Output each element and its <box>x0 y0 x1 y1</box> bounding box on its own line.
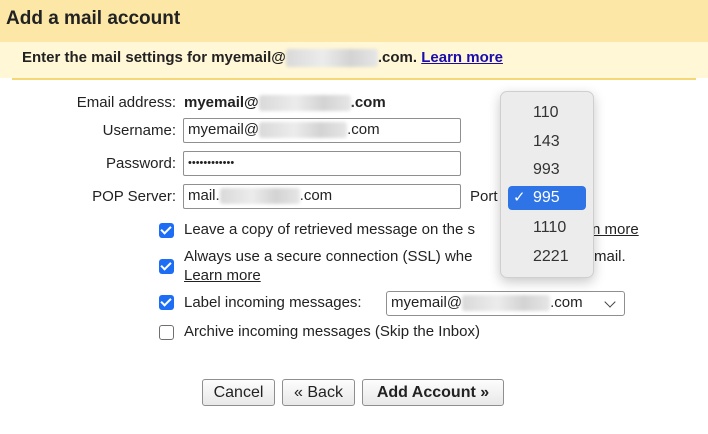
ssl-checkbox[interactable] <box>159 259 174 274</box>
port-option-selected[interactable]: ✓ 995 <box>508 186 586 210</box>
username-prefix: myemail@ <box>188 121 260 138</box>
pop-prefix: mail. <box>188 187 220 204</box>
port-option[interactable]: 1110 <box>501 216 593 240</box>
label-incoming-text: Label incoming messages: <box>184 294 362 311</box>
username-suffix: .com <box>347 121 380 138</box>
email-prefix: myemail@ <box>184 94 259 111</box>
pop-server-label: POP Server: <box>92 188 176 205</box>
port-option-label: 143 <box>533 133 560 150</box>
port-label: Port <box>470 188 498 205</box>
pop-suffix: .com <box>299 187 333 204</box>
label-select-suffix: .com <box>550 294 583 311</box>
port-dropdown-menu: 110 143 993 ✓ 995 1110 2221 <box>500 91 594 278</box>
port-option-label: 995 <box>533 189 560 206</box>
email-label: Email address: <box>76 94 176 111</box>
redacted-domain <box>259 122 348 139</box>
port-option-label: 110 <box>533 104 559 121</box>
ssl-learn-more-link[interactable]: Learn more <box>184 267 261 284</box>
port-option-label: 1110 <box>533 219 567 236</box>
learn-more-link[interactable]: Learn more <box>421 49 503 66</box>
port-option-label: 2221 <box>533 248 569 265</box>
ssl-text: Always use a secure connection (SSL) whe <box>184 248 473 265</box>
instruction-prefix: Enter the mail settings for myemail@ <box>22 49 286 66</box>
redacted-domain <box>219 188 300 205</box>
email-value: myemail@ .com <box>184 94 386 112</box>
redacted-domain <box>462 295 551 312</box>
archive-checkbox[interactable] <box>159 325 174 340</box>
label-select-prefix: myemail@ <box>391 294 463 311</box>
ssl-text-end: mail. <box>594 248 626 265</box>
chevron-down-icon <box>604 296 616 308</box>
divider <box>12 78 696 80</box>
password-field[interactable]: •••••••••••• <box>183 151 461 176</box>
port-option[interactable]: 993 <box>501 158 593 182</box>
checkmark-icon: ✓ <box>513 189 526 206</box>
pop-server-field[interactable]: mail. .com <box>183 184 461 209</box>
instruction-text: Enter the mail settings for myemail@ .com… <box>22 49 503 68</box>
port-option[interactable]: 2221 <box>501 245 593 269</box>
label-select[interactable]: myemail@ .com <box>386 291 625 316</box>
username-label: Username: <box>102 122 176 139</box>
leave-copy-text: Leave a copy of retrieved message on the… <box>184 221 476 238</box>
leave-copy-checkbox[interactable] <box>159 223 174 238</box>
back-button[interactable]: « Back <box>282 379 355 406</box>
cancel-button[interactable]: Cancel <box>202 379 275 406</box>
add-account-button[interactable]: Add Account » <box>362 379 504 406</box>
port-option[interactable]: 143 <box>501 130 593 154</box>
password-label: Password: <box>105 155 176 172</box>
username-field[interactable]: myemail@ .com <box>183 118 461 143</box>
label-incoming-checkbox[interactable] <box>159 295 174 310</box>
redacted-domain <box>258 95 351 112</box>
dialog-title: Add a mail account <box>6 8 181 29</box>
email-suffix: .com <box>350 94 386 111</box>
instruction-suffix: .com. <box>377 49 418 66</box>
port-option-label: 993 <box>533 161 560 178</box>
archive-text: Archive incoming messages (Skip the Inbo… <box>184 323 480 340</box>
leave-copy-learn-more-link[interactable]: n more <box>592 221 639 238</box>
port-option[interactable]: 110 <box>501 101 593 125</box>
redacted-domain <box>285 49 378 68</box>
